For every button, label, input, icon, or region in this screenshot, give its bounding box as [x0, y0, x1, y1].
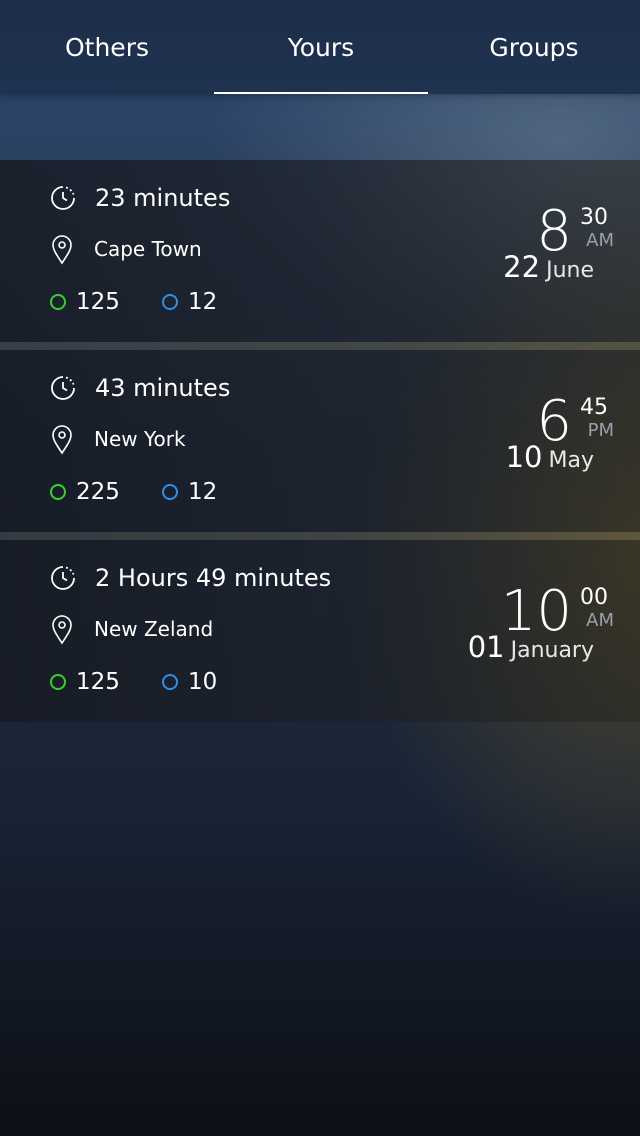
- stats-row: 225 12: [50, 474, 217, 510]
- green-count: 125: [76, 289, 120, 315]
- event-card[interactable]: 43 minutes New York 225 12 6 45 PM 10 May: [0, 350, 640, 532]
- event-card[interactable]: 2 Hours 49 minutes New Zeland 125 10 10 …: [0, 540, 640, 722]
- event-day: 01: [467, 630, 505, 664]
- green-count: 225: [76, 479, 120, 505]
- stats-row: 125 12: [50, 284, 217, 320]
- blue-count: 12: [188, 479, 218, 505]
- green-circle-icon: [50, 674, 66, 690]
- tab-yours[interactable]: Yours: [214, 0, 428, 94]
- location-pin-icon: [50, 424, 76, 455]
- blue-circle-icon: [162, 294, 178, 310]
- duration-text: 23 minutes: [95, 184, 231, 212]
- event-card[interactable]: 23 minutes Cape Town 125 12 8 30 AM 22 Ju…: [0, 160, 640, 342]
- location-row: Cape Town: [50, 230, 202, 268]
- event-date: 10 May: [506, 440, 594, 474]
- duration-row: 2 Hours 49 minutes: [50, 560, 331, 596]
- event-datetime: 10 00 AM 01 January: [424, 584, 614, 684]
- event-datetime: 8 30 AM 22 June: [424, 204, 614, 304]
- event-ampm: AM: [586, 610, 614, 631]
- event-month: June: [546, 258, 594, 283]
- blue-stat: 10: [162, 664, 217, 700]
- green-circle-icon: [50, 484, 66, 500]
- location-text: Cape Town: [94, 237, 202, 261]
- blue-circle-icon: [162, 674, 178, 690]
- green-stat: 125: [50, 289, 120, 315]
- event-month: May: [548, 448, 594, 473]
- green-stat: 125: [50, 669, 120, 695]
- location-row: New Zeland: [50, 610, 213, 648]
- event-month: January: [510, 638, 594, 663]
- blue-count: 12: [188, 289, 218, 315]
- green-stat: 225: [50, 479, 120, 505]
- duration-text: 2 Hours 49 minutes: [95, 564, 332, 592]
- location-pin-icon: [50, 614, 76, 645]
- stats-row: 125 10: [50, 664, 217, 700]
- event-ampm: PM: [587, 420, 614, 441]
- green-count: 125: [76, 669, 120, 695]
- event-ampm: AM: [586, 230, 614, 251]
- event-datetime: 6 45 PM 10 May: [424, 394, 614, 494]
- event-minute: 00: [580, 585, 608, 610]
- tab-others[interactable]: Others: [0, 0, 214, 94]
- tab-bar: Others Yours Groups: [0, 0, 640, 94]
- location-pin-icon: [50, 234, 76, 265]
- blue-circle-icon: [162, 484, 178, 500]
- location-text: New York: [94, 427, 186, 451]
- location-text: New Zeland: [94, 617, 214, 641]
- duration-row: 23 minutes: [50, 180, 230, 216]
- duration-text: 43 minutes: [95, 374, 231, 402]
- blue-stat: 12: [162, 284, 217, 320]
- event-minute: 45: [580, 395, 608, 420]
- blue-count: 10: [188, 669, 218, 695]
- event-minute: 30: [580, 205, 608, 230]
- event-day: 22: [503, 250, 541, 284]
- clock-icon: [50, 373, 76, 403]
- card-divider: [0, 342, 640, 350]
- location-row: New York: [50, 420, 186, 458]
- event-date: 22 June: [503, 250, 594, 284]
- blue-stat: 12: [162, 474, 217, 510]
- clock-icon: [50, 183, 76, 213]
- card-divider: [0, 532, 640, 540]
- event-day: 10: [505, 440, 543, 474]
- green-circle-icon: [50, 294, 66, 310]
- duration-row: 43 minutes: [50, 370, 230, 406]
- clock-icon: [50, 563, 76, 593]
- event-date: 01 January: [468, 630, 594, 664]
- tab-groups[interactable]: Groups: [428, 0, 640, 94]
